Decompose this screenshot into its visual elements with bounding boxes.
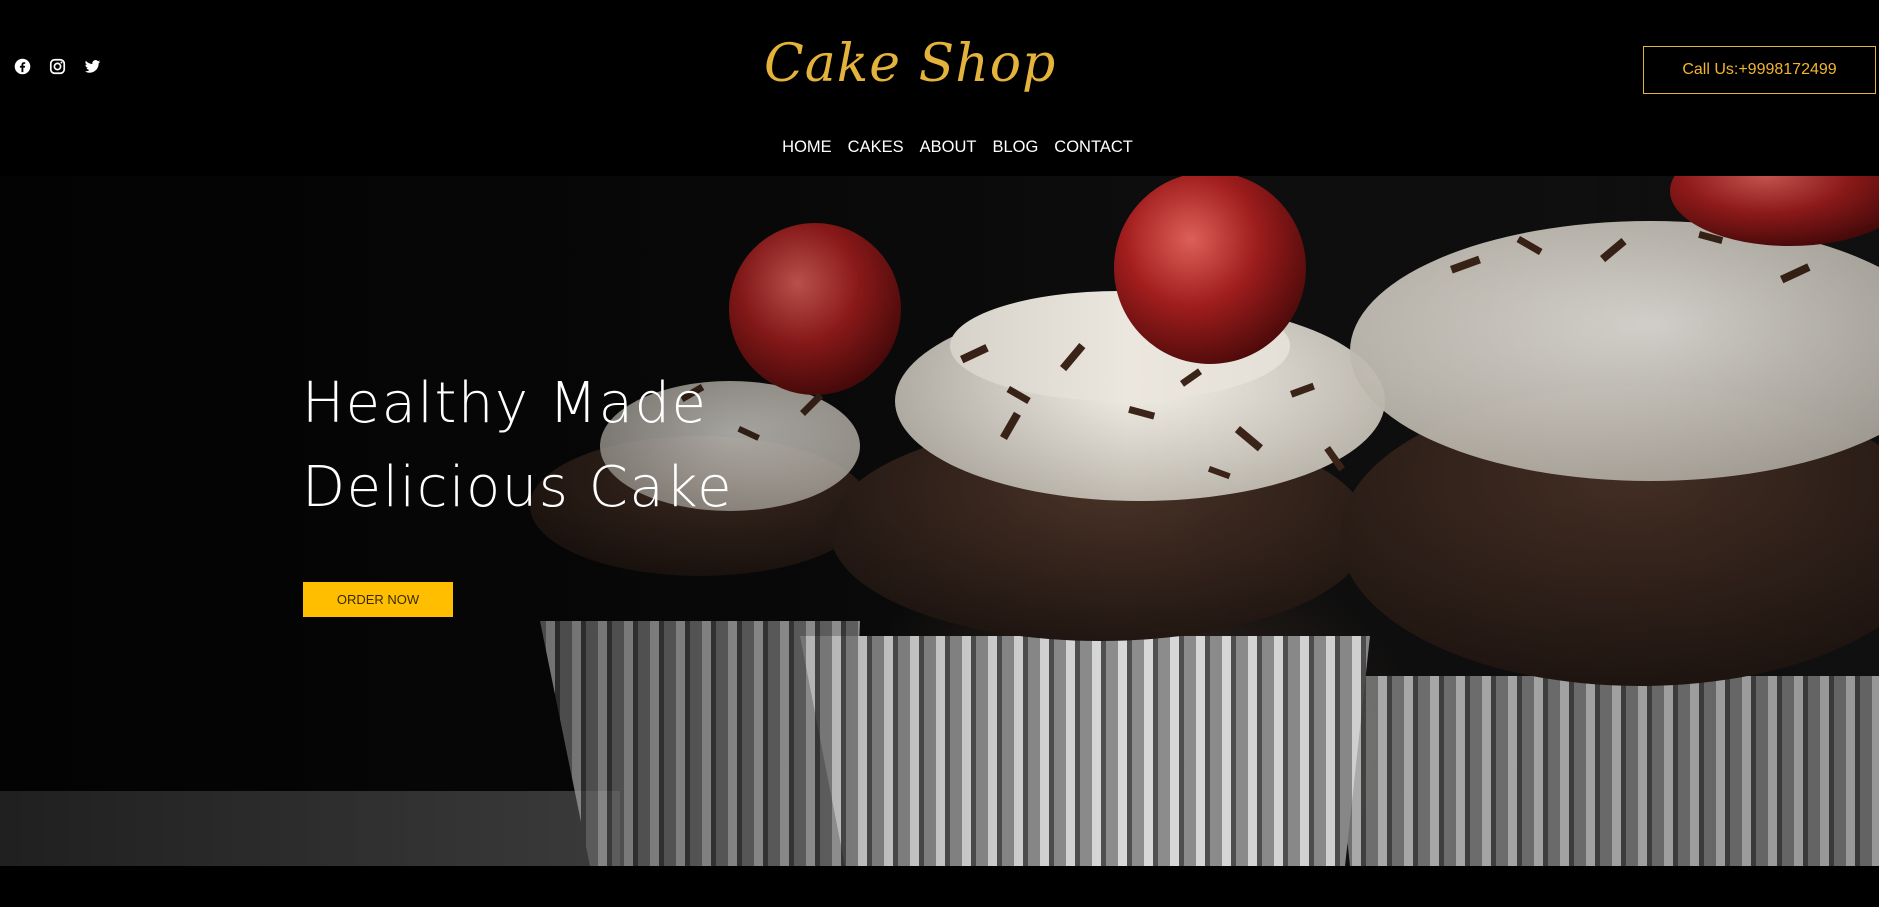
hero-cupcake-image xyxy=(0,176,1879,866)
bottom-bar xyxy=(0,866,1879,907)
social-links xyxy=(14,58,101,75)
nav-item-blog[interactable]: BLOG xyxy=(992,136,1038,158)
nav-item-cakes[interactable]: CAKES xyxy=(848,136,904,158)
site-header: Cake Shop Call Us:+9998172499 HOME CAKES… xyxy=(0,0,1879,176)
site-logo[interactable]: Cake Shop xyxy=(764,22,1055,106)
hero-heading-line1: Healthy Made xyxy=(302,371,708,436)
nav-item-about[interactable]: ABOUT xyxy=(920,136,977,158)
main-nav: HOME CAKES ABOUT BLOG CONTACT xyxy=(0,136,1879,158)
nav-item-home[interactable]: HOME xyxy=(782,136,832,158)
order-now-button[interactable]: ORDER NOW xyxy=(303,582,453,617)
hero-heading: Healthy Made Delicious Cake xyxy=(302,362,733,530)
nav-item-contact[interactable]: CONTACT xyxy=(1054,136,1133,158)
facebook-icon[interactable] xyxy=(14,58,31,75)
page: Cake Shop Call Us:+9998172499 HOME CAKES… xyxy=(0,0,1879,907)
hero-heading-line2: Delicious Cake xyxy=(302,455,734,520)
call-us-button[interactable]: Call Us:+9998172499 xyxy=(1643,46,1876,94)
instagram-icon[interactable] xyxy=(49,58,66,75)
hero-section: Healthy Made Delicious Cake ORDER NOW xyxy=(0,176,1879,866)
twitter-icon[interactable] xyxy=(84,58,101,75)
